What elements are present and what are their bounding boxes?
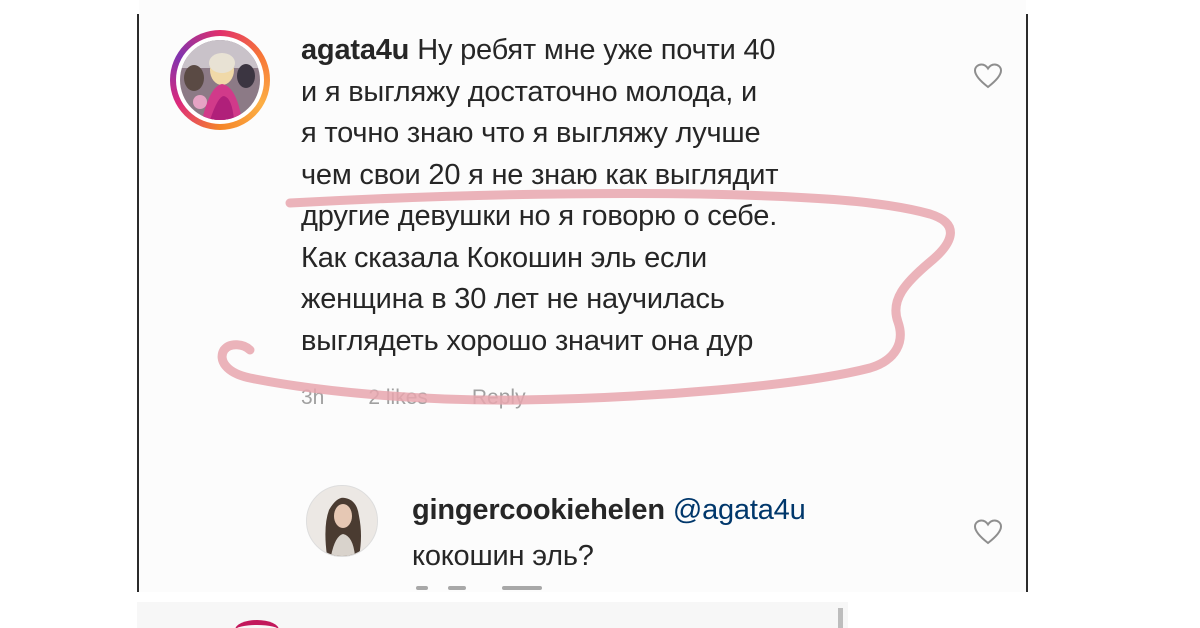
comment-meta: 3h 2 likes Reply: [301, 386, 526, 410]
panel-right-border: [1026, 14, 1028, 592]
comment-line-1: agata4u Ну ребят мне уже почти 40: [301, 30, 941, 72]
avatar-ring-gap: [176, 36, 264, 124]
comment-line-6: Как сказала Кокошин эль если: [301, 241, 708, 274]
comment-line-2: и я выгляжу достаточно молода, и: [301, 75, 757, 108]
comment-reply-button[interactable]: Reply: [472, 386, 526, 410]
reply-meta-fragment: [448, 586, 466, 590]
heart-outline-icon[interactable]: [973, 62, 1003, 90]
reply-avatar[interactable]: [306, 485, 378, 557]
comment-line-3: я точно знаю что я выгляжу лучше: [301, 117, 761, 149]
comment-timestamp: 3h: [301, 386, 325, 409]
reply-body: gingercookiehelen @agata4u кокошин эль?: [412, 487, 952, 579]
screenshot-split: [139, 592, 1026, 602]
comment-like-count[interactable]: 2 likes: [368, 386, 428, 410]
comment-text-line: Ну ребят мне уже почти 40: [417, 34, 776, 66]
reply-meta-fragment: [416, 586, 428, 590]
reply-line-1: gingercookiehelen @agata4u: [412, 487, 952, 533]
reply-username[interactable]: gingercookiehelen: [412, 494, 665, 526]
reply-meta-fragment: [502, 586, 542, 590]
comment-line-5: другие девушки но я говорю о себе.: [301, 200, 778, 232]
avatar-photo-icon: [180, 40, 260, 120]
reply-avatar-photo-icon: [307, 486, 377, 556]
avatar-story-ring[interactable]: [170, 30, 270, 130]
reply-text: кокошин эль?: [412, 540, 594, 572]
reply-mention[interactable]: @agata4u: [673, 494, 806, 526]
heart-outline-icon[interactable]: [973, 518, 1003, 546]
reply-meta-cut-off: [410, 584, 610, 592]
comment-line-8: выглядеть хорошо значит она дур: [301, 324, 754, 357]
avatar: [180, 40, 260, 120]
comment-line-4: чем свои 20 я не знаю как выглядит: [301, 158, 779, 191]
comment-body: agata4u Ну ребят мне уже почти 40 и я выг…: [301, 30, 941, 362]
panel-left-border: [137, 14, 139, 592]
next-panel-edge: [838, 608, 843, 628]
comment-username[interactable]: agata4u: [301, 34, 409, 66]
screenshot-page: agata4u Ну ребят мне уже почти 40 и я выг…: [0, 0, 1200, 628]
comment-line-7: женщина в 30 лет не научилась: [301, 283, 725, 315]
